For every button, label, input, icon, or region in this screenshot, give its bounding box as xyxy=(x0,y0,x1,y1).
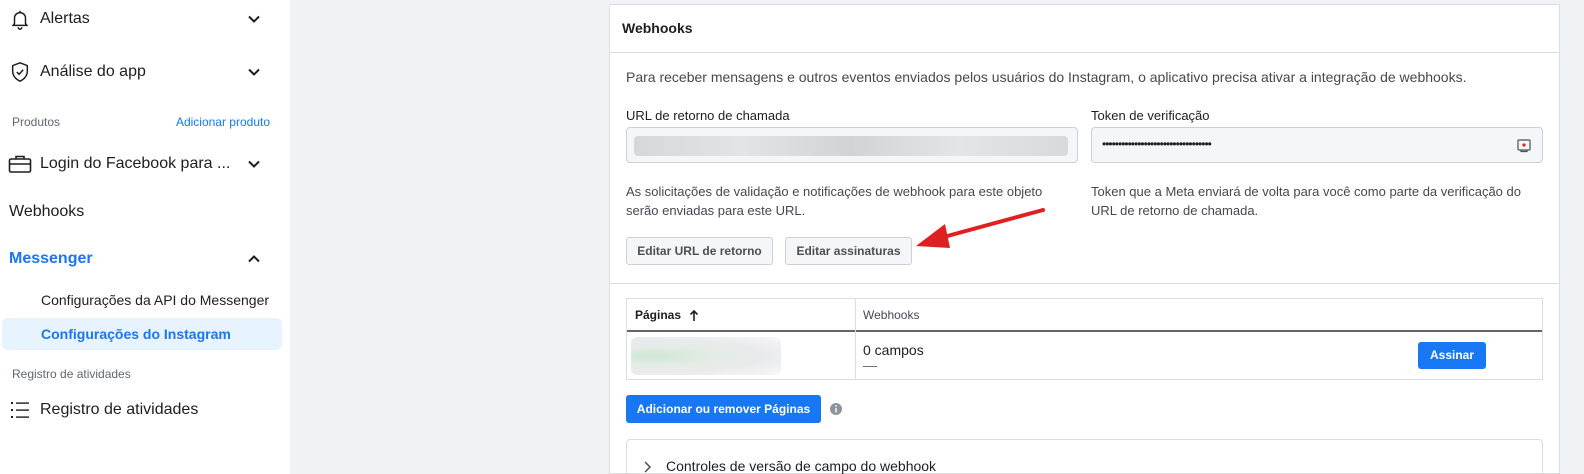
bell-icon xyxy=(8,7,32,31)
password-manager-icon[interactable] xyxy=(1516,137,1532,153)
verify-token-help: Token que a Meta enviará de volta para v… xyxy=(1091,184,1521,218)
webhook-fields-count: 0 campos xyxy=(863,342,924,358)
edit-subscriptions-button[interactable]: Editar assinaturas xyxy=(785,237,912,265)
verify-token-label: Token de verificação xyxy=(1091,108,1210,123)
section-label-produtos: Produtos xyxy=(12,115,61,129)
panel-description: Para receber mensagens e outros eventos … xyxy=(626,69,1467,85)
chevron-up-icon[interactable] xyxy=(245,250,263,268)
sidebar-item-label: Login do Facebook para ... xyxy=(40,155,231,172)
sidebar-subitem-messenger-api[interactable]: Configurações da API do Messenger xyxy=(41,292,269,308)
callback-url-label: URL de retorno de chamada xyxy=(626,108,790,123)
divider xyxy=(610,283,1559,284)
sidebar-item-login-facebook[interactable]: Login do Facebook para ... xyxy=(0,151,290,177)
webhooks-panel: Webhooks Para receber mensagens e outros… xyxy=(609,4,1560,474)
sidebar-item-registro[interactable]: Registro de atividades xyxy=(0,397,290,423)
briefcase-icon xyxy=(8,152,32,176)
collapsible-label: Controles de versão de campo do webhook xyxy=(666,458,937,474)
sidebar-subitem-instagram-config[interactable]: Configurações do Instagram xyxy=(2,318,282,350)
pages-table: Páginas Webhooks 0 campos — Assinar xyxy=(626,298,1543,380)
section-label-registro: Registro de atividades xyxy=(12,367,131,381)
column-header-webhooks: Webhooks xyxy=(863,308,920,322)
webhook-version-controls[interactable]: Controles de versão de campo do webhook xyxy=(626,439,1543,474)
add-product-link[interactable]: Adicionar produto xyxy=(176,115,270,129)
sidebar: Alertas Análise do app Produtos Adiciona… xyxy=(0,0,290,474)
column-header-pages[interactable]: Páginas xyxy=(635,299,699,331)
info-icon[interactable] xyxy=(829,402,843,421)
edit-callback-url-button[interactable]: Editar URL de retorno xyxy=(626,237,773,265)
sidebar-item-label: Messenger xyxy=(9,250,93,267)
sidebar-item-alertas[interactable]: Alertas xyxy=(0,6,290,32)
verify-token-value: •••••••••••••••••••••••••••••••••• xyxy=(1102,137,1212,151)
sidebar-item-label: Registro de atividades xyxy=(40,401,199,418)
panel-title: Webhooks xyxy=(622,20,693,36)
subscribe-button[interactable]: Assinar xyxy=(1418,342,1486,369)
sidebar-item-label: Alertas xyxy=(40,10,90,27)
webhook-fields-dash: — xyxy=(863,357,877,373)
sort-ascending-icon xyxy=(690,309,699,321)
sidebar-item-label: Análise do app xyxy=(40,63,146,80)
panel-header: Webhooks xyxy=(610,5,1559,53)
add-remove-pages-button[interactable]: Adicionar ou remover Páginas xyxy=(626,395,821,423)
chevron-down-icon[interactable] xyxy=(245,63,263,81)
sidebar-item-analise[interactable]: Análise do app xyxy=(0,59,290,85)
chevron-down-icon[interactable] xyxy=(245,155,263,173)
verify-token-field[interactable]: •••••••••••••••••••••••••••••••••• xyxy=(1091,127,1543,163)
shield-check-icon xyxy=(8,60,32,84)
list-icon xyxy=(8,398,32,422)
redacted-page xyxy=(631,337,781,375)
redacted-url xyxy=(634,136,1068,156)
chevron-right-icon xyxy=(643,460,653,474)
annotation-arrow-icon xyxy=(916,208,1045,248)
callback-url-field[interactable] xyxy=(626,127,1078,163)
chevron-down-icon[interactable] xyxy=(245,10,263,28)
sidebar-item-messenger[interactable]: Messenger xyxy=(0,246,290,272)
sidebar-item-webhooks[interactable]: Webhooks xyxy=(9,203,84,221)
